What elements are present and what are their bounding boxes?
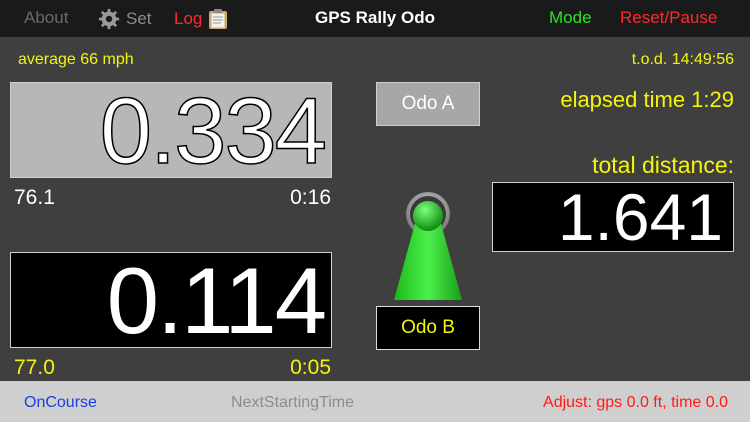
odo-b-time: 0:05 [290,356,331,379]
top-toolbar: About Set Log GPS Rally Odo Mode Reset/P… [0,0,750,37]
odo-b-speed: 77.0 [14,356,55,379]
average-speed: average 66 mph [18,51,134,68]
odo-a-time: 0:16 [290,186,331,209]
time-of-day: t.o.d. 14:49:56 [631,51,734,68]
next-starting-time-button[interactable]: NextStartingTime [231,394,354,412]
oncourse-button[interactable]: OnCourse [24,394,97,412]
odo-b-display[interactable]: 0.114 [10,249,332,353]
odo-a-display[interactable]: 0.334 [10,78,332,183]
elapsed-time: elapsed time 1:29 [560,87,734,112]
odo-a-speed: 76.1 [14,186,55,209]
total-distance-display: 1.641 [492,180,734,254]
bottom-toolbar: OnCourse NextStartingTime Adjust: gps 0.… [0,381,750,422]
mode-button[interactable]: Mode [549,8,592,28]
odo-a-button[interactable]: Odo A [376,82,480,126]
odo-a-value: 0.334 [99,78,328,184]
adjust-button[interactable]: Adjust: gps 0.0 ft, time 0.0 [543,394,728,412]
reset-pause-button[interactable]: Reset/Pause [620,8,717,28]
odo-b-button[interactable]: Odo B [376,306,480,350]
odo-b-value: 0.114 [106,248,327,353]
lever-knob-icon[interactable] [388,190,468,306]
total-distance-value: 1.641 [557,180,723,254]
total-distance-label: total distance: [592,152,734,178]
